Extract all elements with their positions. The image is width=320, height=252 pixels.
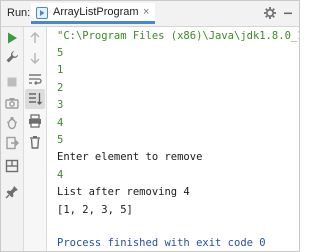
down-arrow-icon[interactable]: [27, 50, 43, 66]
layout-icon[interactable]: [4, 158, 20, 174]
console-line: Process finished with exit code 0: [57, 237, 266, 249]
console-line: 1: [57, 64, 64, 76]
pin-icon[interactable]: [4, 184, 20, 200]
stop-icon[interactable]: [4, 74, 20, 90]
console-line: 4: [57, 169, 64, 181]
tab-close-icon[interactable]: ×: [143, 6, 149, 18]
trash-icon[interactable]: [27, 134, 43, 150]
tab-title: ArrayListProgram: [53, 6, 139, 18]
soft-wrap-icon[interactable]: [27, 71, 43, 87]
console-line: List after removing 4: [57, 186, 190, 198]
console-line: 5: [57, 47, 64, 59]
gear-icon[interactable]: [263, 6, 277, 20]
run-tool-window: Run: ArrayListProgram × "C:\Program File…: [0, 0, 300, 252]
console-line: Enter element to remove: [57, 151, 203, 163]
console-line: "C:\Program Files (x86)\Java\jdk1.8.0_1: [57, 30, 299, 42]
camera-icon[interactable]: [4, 95, 20, 111]
tab-arraylistprogram[interactable]: ArrayListProgram ×: [31, 3, 155, 24]
console-line: 2: [57, 82, 64, 94]
wrench-icon[interactable]: [4, 49, 20, 65]
console-line: 5: [57, 134, 64, 146]
minimize-icon[interactable]: [281, 6, 295, 20]
up-arrow-icon[interactable]: [27, 30, 43, 46]
run-header: Run: ArrayListProgram ×: [1, 1, 299, 27]
left-toolbar: [1, 27, 24, 251]
console-output[interactable]: "C:\Program Files (x86)\Java\jdk1.8.0_1 …: [47, 27, 299, 251]
bug-icon[interactable]: [4, 115, 20, 131]
run-label: Run:: [7, 7, 31, 19]
console-line: 4: [57, 117, 64, 129]
console-toolbar: [24, 27, 47, 251]
console-line: [1, 2, 3, 5]: [57, 204, 133, 216]
exit-icon[interactable]: [4, 135, 20, 151]
run-config-icon: [36, 7, 48, 19]
console-line: 3: [57, 99, 64, 111]
scroll-end-icon: [29, 93, 42, 105]
print-icon[interactable]: [27, 113, 43, 129]
run-icon[interactable]: [4, 30, 20, 46]
scroll-end-toggle[interactable]: [25, 89, 45, 109]
